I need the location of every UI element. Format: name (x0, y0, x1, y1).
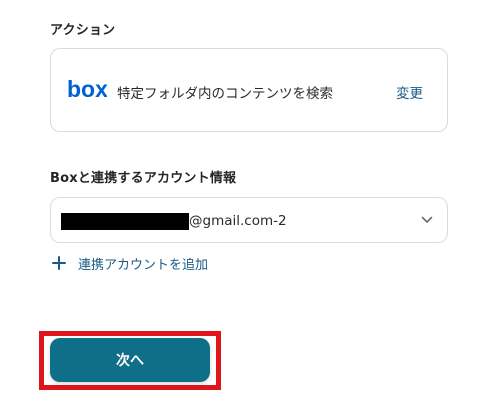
chevron-down-icon[interactable] (421, 215, 433, 225)
action-card: box 特定フォルダ内のコンテンツを検索 変更 (50, 48, 448, 132)
add-linked-account-button[interactable]: 連携アカウントを追加 (52, 253, 208, 273)
redacted-email (61, 213, 189, 230)
next-button[interactable]: 次へ (50, 338, 210, 382)
account-email-suffix: @gmail.com-2 (189, 213, 287, 229)
action-section-label: アクション (50, 23, 116, 38)
page: アクション box 特定フォルダ内のコンテンツを検索 変更 Boxと連携するアカ… (0, 0, 480, 409)
svg-text:box: box (67, 78, 107, 102)
plus-icon (52, 256, 66, 270)
action-description: 特定フォルダ内のコンテンツを検索 (117, 86, 333, 102)
box-logo-icon: box (67, 78, 107, 102)
account-section-label: Boxと連携するアカウント情報 (50, 171, 237, 186)
add-account-label: 連携アカウントを追加 (78, 257, 209, 273)
change-action-link[interactable]: 変更 (396, 82, 423, 102)
account-select[interactable]: @gmail.com-2 (50, 197, 448, 243)
